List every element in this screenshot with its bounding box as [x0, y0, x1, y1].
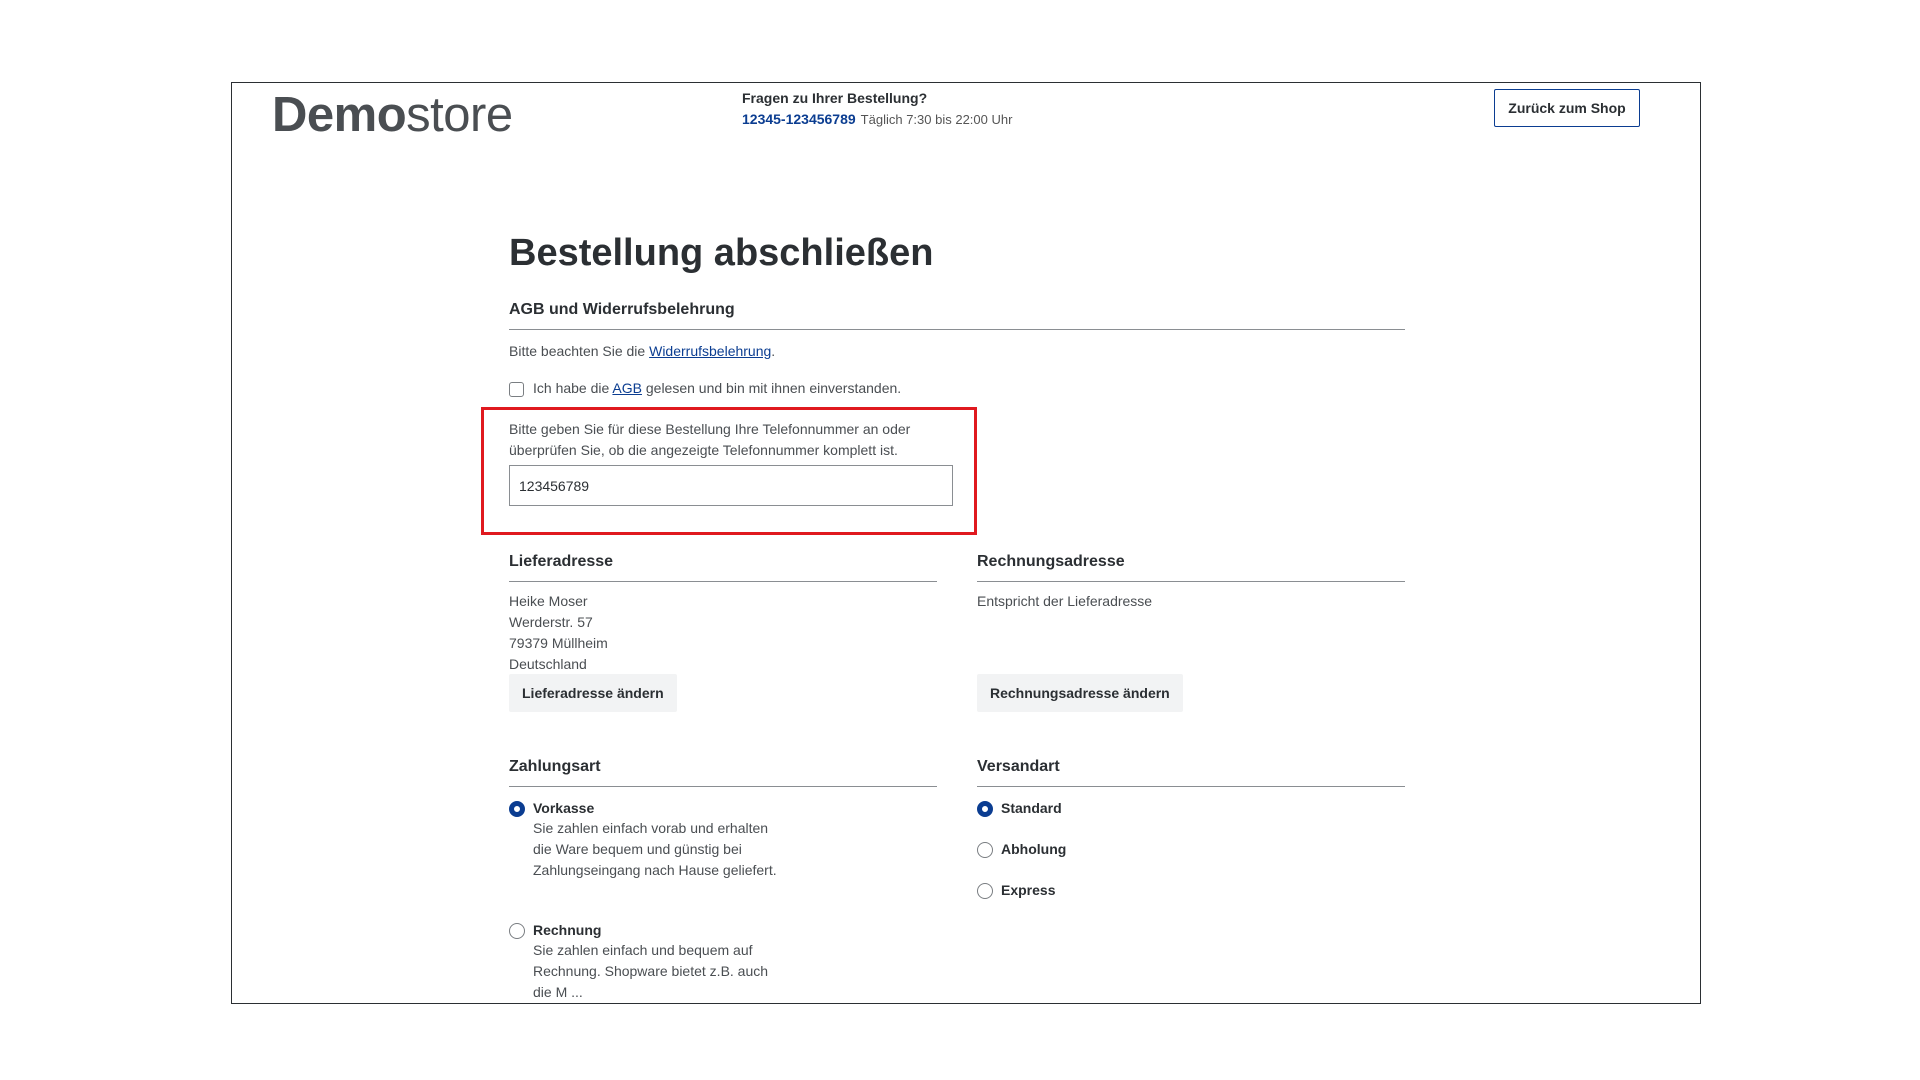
back-to-shop-button[interactable]: Zurück zum Shop [1494, 89, 1640, 127]
payment-desc-vorkasse: Sie zahlen einfach vorab und erhalten di… [533, 818, 803, 881]
payment-label-rechnung[interactable]: Rechnung [533, 922, 601, 938]
store-logo[interactable]: Demostore [272, 85, 513, 145]
terms-checkbox-label[interactable]: Ich habe die AGB gelesen und bin mit ihn… [533, 378, 901, 399]
shipping-address: Heike Moser Werderstr. 57 79379 Müllheim… [509, 591, 608, 675]
contact-info: Fragen zu Ihrer Bestellung? 12345-123456… [742, 90, 1012, 127]
shipping-address-line: Deutschland [509, 656, 587, 672]
change-shipping-address-button[interactable]: Lieferadresse ändern [509, 674, 677, 712]
shipping-label-abholung[interactable]: Abholung [1001, 841, 1066, 857]
shipping-address-line: 79379 Müllheim [509, 635, 608, 651]
shipping-radio-standard[interactable] [977, 801, 993, 817]
withdrawal-notice: Bitte beachten Sie die Widerrufsbelehrun… [509, 341, 775, 362]
contact-question: Fragen zu Ihrer Bestellung? [742, 90, 928, 106]
shipping-address-line: Heike Moser [509, 593, 588, 609]
payment-desc-rechnung: Sie zahlen einfach und bequem auf Rechnu… [533, 940, 803, 1003]
terms-section-title: AGB und Widerrufsbelehrung [509, 301, 1405, 330]
page-title: Bestellung abschließen [509, 232, 934, 274]
contact-hours: Täglich 7:30 bis 22:00 Uhr [860, 112, 1013, 127]
withdrawal-notice-prefix: Bitte beachten Sie die [509, 343, 650, 359]
shipping-label-express[interactable]: Express [1001, 882, 1055, 898]
terms-checkbox[interactable] [509, 382, 524, 397]
shipping-address-title: Lieferadresse [509, 553, 937, 582]
shipping-method-title: Versandart [977, 758, 1405, 787]
contact-phone[interactable]: 12345-123456789 [742, 111, 856, 127]
shipping-address-line: Werderstr. 57 [509, 614, 593, 630]
agb-link[interactable]: AGB [612, 380, 642, 396]
payment-desc-line: Sie zahlen einfach vorab und erhalten [533, 820, 769, 836]
billing-address-title: Rechnungsadresse [977, 553, 1405, 582]
logo-bold: Demo [272, 88, 407, 142]
withdrawal-link[interactable]: Widerrufsbelehrung [649, 343, 771, 359]
payment-desc-line: Sie zahlen einfach und bequem auf [533, 942, 753, 958]
phone-instruction-line2: überprüfen Sie, ob die angezeigte Telefo… [509, 442, 898, 458]
logo-light: store [406, 88, 513, 142]
phone-instruction-line1: Bitte geben Sie für diese Bestellung Ihr… [509, 421, 911, 437]
shipping-label-standard[interactable]: Standard [1001, 800, 1062, 816]
terms-label-prefix: Ich habe die [533, 380, 613, 396]
contact-line: 12345-123456789 Täglich 7:30 bis 22:00 Uh… [742, 111, 1012, 127]
withdrawal-notice-suffix: . [771, 343, 776, 359]
billing-address-text: Entspricht der Lieferadresse [977, 593, 1153, 609]
payment-radio-rechnung[interactable] [509, 923, 525, 939]
phone-instruction: Bitte geben Sie für diese Bestellung Ihr… [509, 419, 969, 461]
payment-label-vorkasse[interactable]: Vorkasse [533, 800, 594, 816]
payment-desc-line: die Ware bequem und günstig bei [533, 841, 742, 857]
browser-frame: Demostore Fragen zu Ihrer Bestellung? 12… [231, 82, 1701, 1004]
payment-desc-line: die M ... [533, 984, 583, 1000]
shipping-radio-express[interactable] [977, 883, 993, 899]
payment-desc-line: Zahlungseingang nach Hause geliefert. [533, 862, 777, 878]
change-billing-address-button[interactable]: Rechnungsadresse ändern [977, 674, 1183, 712]
payment-desc-line: Rechnung. Shopware bietet z.B. auch [533, 963, 769, 979]
payment-title: Zahlungsart [509, 758, 937, 787]
terms-label-suffix: gelesen und bin mit ihnen einverstanden. [641, 380, 902, 396]
shipping-radio-abholung[interactable] [977, 842, 993, 858]
payment-radio-vorkasse[interactable] [509, 801, 525, 817]
phone-input[interactable] [509, 465, 953, 506]
